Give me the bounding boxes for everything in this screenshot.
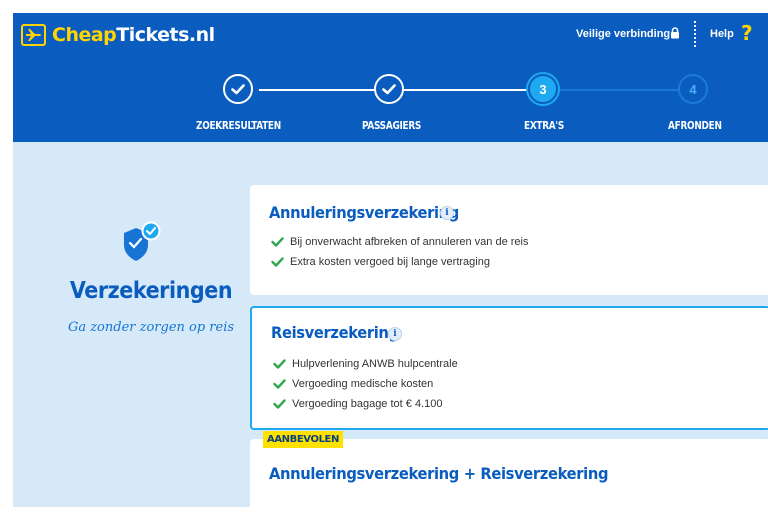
step-label-extras: EXTRA'S	[524, 119, 565, 132]
feature-item: Hulpverlening ANWB hulpcentrale	[273, 358, 458, 370]
step-2-check-icon[interactable]	[374, 74, 404, 104]
header-divider	[694, 21, 697, 47]
check-icon	[273, 379, 286, 389]
top-bar: CheapTickets.nl Veilige verbinding Help …	[13, 13, 768, 56]
step-label-passagiers[interactable]: PASSAGIERS	[362, 119, 421, 132]
step-label-zoekresultaten[interactable]: ZOEKRESULTATEN	[196, 119, 281, 132]
feature-item: Vergoeding medische kosten	[273, 378, 433, 390]
check-icon	[273, 359, 286, 369]
check-icon	[271, 237, 284, 247]
feature-item: Bij onverwacht afbreken of annuleren van…	[271, 236, 528, 248]
progress-stepper: 3 4 ZOEKRESULTATEN PASSAGIERS EXTRA'S AF…	[13, 56, 768, 142]
logo-text-cheap: Cheap	[52, 24, 117, 46]
option-title: Annuleringsverzekering	[269, 203, 459, 222]
check-icon	[273, 399, 286, 409]
insurance-option-reisverzekering[interactable]: Reisverzekering i Hulpverlening ANWB hul…	[250, 306, 768, 430]
help-link[interactable]: Help	[710, 28, 734, 40]
feature-text: Extra kosten vergoed bij lange vertragin…	[290, 256, 490, 268]
feature-text: Hulpverlening ANWB hulpcentrale	[292, 358, 458, 370]
option-title: Reisverzekering	[271, 323, 399, 342]
stepper-line-remaining	[559, 89, 689, 91]
logo-text-tickets: Tickets.nl	[116, 24, 215, 46]
promo-subtitle: Ga zonder zorgen op reis	[67, 320, 235, 335]
plane-icon	[21, 24, 46, 46]
help-question-icon[interactable]: ?	[741, 21, 753, 45]
logo[interactable]: CheapTickets.nl	[21, 22, 215, 48]
lock-icon	[671, 27, 679, 39]
insurance-option-annulering[interactable]: Annuleringsverzekering i Bij onverwacht …	[250, 185, 768, 295]
shield-check-icon	[124, 221, 161, 261]
check-icon	[271, 257, 284, 267]
promo-title: Verzekeringen	[69, 278, 233, 304]
feature-text: Bij onverwacht afbreken of annuleren van…	[290, 236, 529, 248]
logo-text: CheapTickets.nl	[52, 24, 215, 46]
step-4-circle: 4	[678, 74, 708, 104]
step-1-check-icon[interactable]	[223, 74, 253, 104]
feature-item: Vergoeding bagage tot € 4.100	[273, 398, 442, 410]
info-icon[interactable]: i	[388, 327, 402, 341]
feature-text: Vergoeding bagage tot € 4.100	[292, 398, 443, 410]
feature-text: Vergoeding medische kosten	[292, 378, 434, 390]
feature-item: Extra kosten vergoed bij lange vertragin…	[271, 256, 490, 268]
recommended-badge: AANBEVOLEN	[263, 431, 343, 448]
option-title: Annuleringsverzekering + Reisverzekering	[269, 464, 609, 483]
secure-connection-label: Veilige verbinding	[576, 28, 671, 40]
step-3-circle: 3	[528, 74, 558, 104]
insurance-option-combi[interactable]: AANBEVOLEN Annuleringsverzekering + Reis…	[250, 431, 768, 507]
app-frame: CheapTickets.nl Veilige verbinding Help …	[13, 13, 768, 507]
step-label-afronden: AFRONDEN	[668, 119, 722, 132]
info-icon[interactable]: i	[440, 206, 454, 220]
